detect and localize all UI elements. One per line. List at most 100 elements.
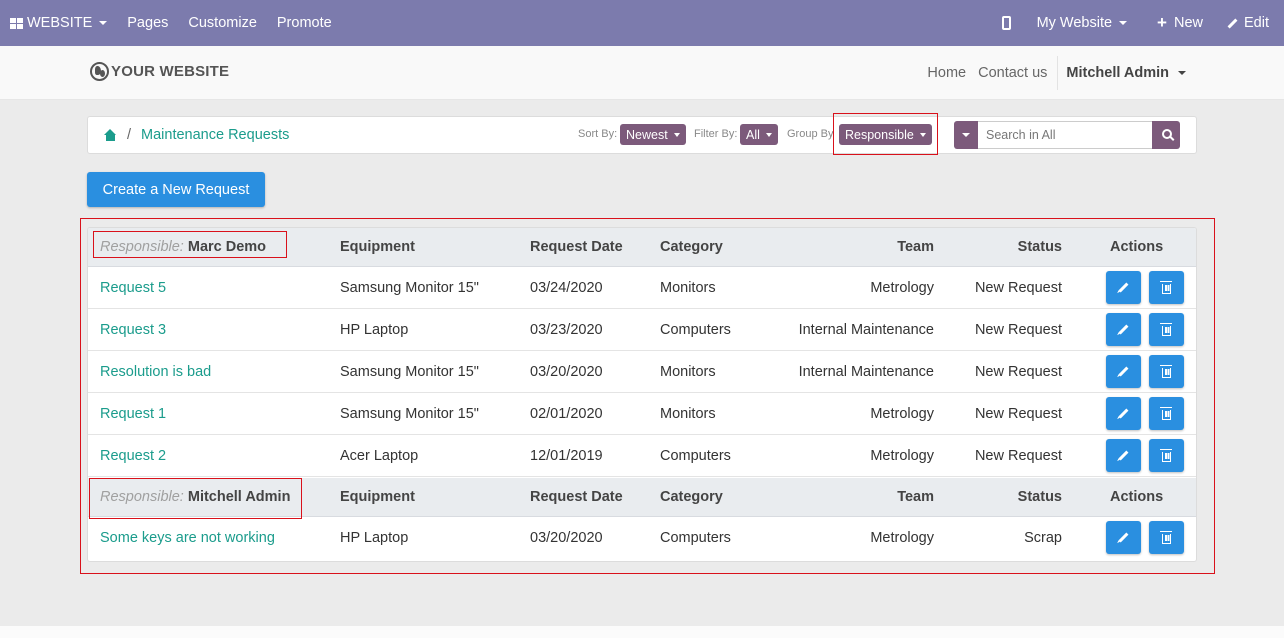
edit-button[interactable]: Edit: [1227, 0, 1269, 46]
customize-menu[interactable]: Customize: [188, 0, 257, 46]
search-icon: [1162, 129, 1172, 139]
status-cell: New Request: [974, 279, 1062, 296]
pencil-icon: [1118, 324, 1129, 335]
user-name: Mitchell Admin: [1066, 65, 1169, 81]
column-team: Team: [897, 239, 934, 255]
delete-button[interactable]: [1149, 521, 1184, 554]
team-cell: Metrology: [870, 447, 934, 464]
column-equipment: Equipment: [340, 239, 415, 255]
chevron-down-icon: [99, 21, 108, 25]
column-team: Team: [897, 489, 934, 505]
chevron-down-icon: [1178, 71, 1186, 75]
create-request-button[interactable]: Create a New Request: [87, 172, 265, 207]
date-cell: 02/01/2020: [530, 405, 603, 422]
column-category: Category: [660, 489, 723, 505]
breadcrumb-current[interactable]: Maintenance Requests: [141, 127, 289, 143]
column-category: Category: [660, 239, 723, 255]
trash-icon: [1160, 364, 1172, 378]
request-name-link[interactable]: Request 5: [100, 280, 166, 296]
promote-menu[interactable]: Promote: [277, 0, 332, 46]
plus-icon: +: [1157, 13, 1167, 32]
globe-icon: [90, 62, 109, 81]
pencil-icon: [1118, 532, 1129, 543]
team-cell: Metrology: [870, 279, 934, 296]
group-value: Responsible: [845, 127, 914, 142]
breadcrumb: / Maintenance Requests: [104, 127, 289, 143]
delete-button[interactable]: [1149, 313, 1184, 346]
date-cell: 03/23/2020: [530, 321, 603, 338]
equipment-cell: Samsung Monitor 15": [340, 405, 479, 422]
site-nav: Home Contact us Mitchell Admin: [921, 56, 1190, 90]
trash-icon: [1160, 448, 1172, 462]
edit-label: Edit: [1244, 15, 1269, 31]
category-cell: Monitors: [660, 279, 716, 296]
request-name-link[interactable]: Request 3: [100, 322, 166, 338]
group-dropdown[interactable]: Responsible: [839, 124, 932, 145]
breadcrumb-separator: /: [127, 127, 132, 143]
pencil-icon: [1118, 450, 1129, 461]
sort-value: Newest: [626, 127, 668, 142]
home-icon[interactable]: [104, 129, 117, 141]
category-cell: Monitors: [660, 405, 716, 422]
table-row: Resolution is bad Samsung Monitor 15" 03…: [88, 351, 1196, 393]
team-cell: Internal Maintenance: [798, 321, 934, 338]
group-header-row: Responsible: Mitchell Admin Equipment Re…: [88, 478, 1196, 517]
edit-button[interactable]: [1106, 521, 1141, 554]
website-editor-bar: WEBSITE Pages Customize Promote My Websi…: [0, 0, 1284, 46]
chevron-down-icon: [919, 132, 926, 137]
my-website-menu[interactable]: My Website: [1036, 0, 1128, 46]
equipment-cell: Samsung Monitor 15": [340, 279, 479, 296]
sort-dropdown[interactable]: Newest: [620, 124, 686, 145]
search-input[interactable]: [978, 121, 1152, 149]
nav-contact[interactable]: Contact us: [972, 65, 1053, 81]
filter-dropdown[interactable]: All: [740, 124, 778, 145]
site-logo-text: YOUR WEBSITE: [111, 63, 230, 80]
column-actions: Actions: [1110, 489, 1164, 505]
request-name-link[interactable]: Request 1: [100, 406, 166, 422]
group-label: Group By: [787, 128, 834, 140]
delete-button[interactable]: [1149, 355, 1184, 388]
pages-menu[interactable]: Pages: [127, 0, 168, 46]
edit-button[interactable]: [1106, 271, 1141, 304]
group-name: Mitchell Admin: [187, 489, 291, 505]
request-name-link[interactable]: Resolution is bad: [100, 364, 211, 380]
table-row: Request 2 Acer Laptop 12/01/2019 Compute…: [88, 435, 1196, 477]
equipment-cell: HP Laptop: [340, 321, 409, 338]
equipment-cell: Samsung Monitor 15": [340, 363, 479, 380]
request-name-link[interactable]: Request 2: [100, 448, 166, 464]
user-menu[interactable]: Mitchell Admin: [1062, 65, 1190, 81]
column-request-date: Request Date: [530, 489, 623, 505]
table-row: Request 1 Samsung Monitor 15" 02/01/2020…: [88, 393, 1196, 435]
column-status: Status: [1017, 239, 1062, 255]
new-button[interactable]: + New: [1157, 0, 1203, 46]
status-cell: New Request: [974, 321, 1062, 338]
footer: [0, 626, 1284, 638]
filter-label: Filter By:: [694, 128, 738, 140]
mobile-preview-button[interactable]: [1001, 0, 1011, 46]
search-scope-dropdown[interactable]: [954, 121, 978, 149]
website-menu[interactable]: WEBSITE: [10, 0, 108, 46]
delete-button[interactable]: [1149, 271, 1184, 304]
delete-button[interactable]: [1149, 397, 1184, 430]
delete-button[interactable]: [1149, 439, 1184, 472]
nav-divider: [1057, 56, 1059, 90]
edit-button[interactable]: [1106, 397, 1141, 430]
edit-button[interactable]: [1106, 355, 1141, 388]
team-cell: Internal Maintenance: [798, 363, 934, 380]
search-bar: [954, 121, 1180, 149]
chevron-down-icon: [962, 133, 970, 137]
status-cell: New Request: [974, 447, 1062, 464]
website-menu-label: WEBSITE: [27, 15, 93, 31]
status-cell: New Request: [974, 405, 1062, 422]
team-cell: Metrology: [870, 530, 934, 546]
edit-button[interactable]: [1106, 313, 1141, 346]
category-cell: Computers: [660, 321, 731, 338]
edit-button[interactable]: [1106, 439, 1141, 472]
date-cell: 03/20/2020: [530, 530, 603, 546]
request-name-link[interactable]: Some keys are not working: [100, 530, 275, 546]
search-button[interactable]: [1152, 121, 1180, 149]
apps-grid-icon: [10, 17, 23, 29]
nav-home[interactable]: Home: [921, 65, 972, 81]
my-website-label: My Website: [1036, 15, 1113, 31]
site-logo[interactable]: YOUR WEBSITE: [90, 62, 229, 81]
